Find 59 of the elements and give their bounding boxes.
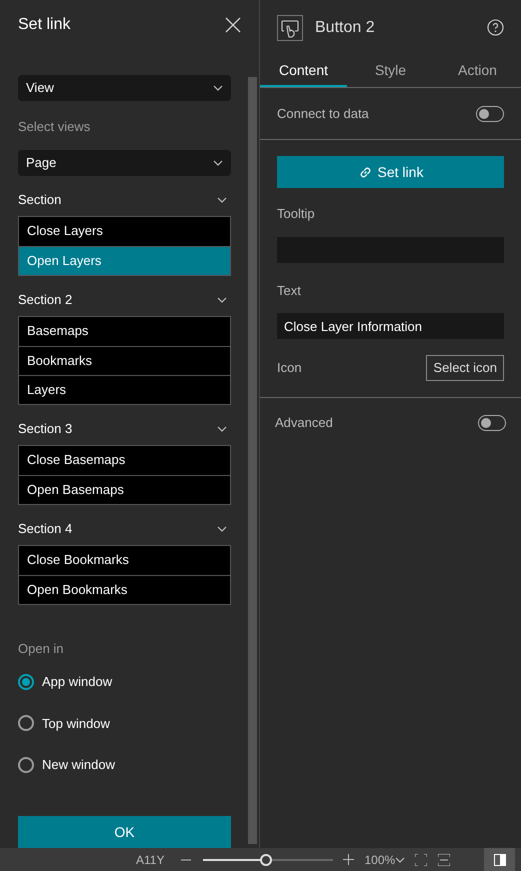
section-header[interactable]: Section 2	[18, 290, 231, 310]
scrollbar[interactable]	[248, 77, 257, 844]
set-link-button[interactable]: Set link	[277, 156, 504, 188]
field-label: Icon	[277, 359, 302, 378]
view-item[interactable]: Open Layers	[19, 246, 230, 274]
field-label: Tooltip	[277, 205, 316, 223]
tab[interactable]: Content	[260, 55, 347, 87]
zoom-dropdown-icon	[395, 856, 406, 862]
fit-width-icon[interactable]	[438, 854, 450, 866]
radio-button[interactable]	[18, 674, 34, 690]
field-label: Select views	[18, 118, 92, 136]
view-item[interactable]: Basemaps	[19, 316, 230, 346]
close-icon[interactable]	[225, 16, 241, 32]
chevron-icon	[217, 296, 227, 302]
section-header[interactable]: Section 3	[18, 418, 231, 438]
dropdown-select[interactable]: View	[18, 75, 231, 101]
zoom-value[interactable]: 100%	[364, 850, 396, 868]
dialog-title: Set link	[18, 14, 70, 34]
link-icon	[358, 164, 373, 180]
radio-label: App window	[42, 673, 112, 691]
tab[interactable]: Action	[434, 55, 521, 87]
dropdown-select[interactable]: Page	[18, 150, 231, 176]
view-item[interactable]: Open Basemaps	[19, 474, 230, 504]
side-panel-icon	[494, 854, 506, 866]
a11y-label[interactable]: A11Y	[136, 850, 164, 868]
radio-label: Top window	[42, 714, 110, 733]
panel-toggle-button[interactable]	[484, 848, 515, 871]
text-input[interactable]: Close Layer Information	[277, 313, 504, 339]
view-item[interactable]: Open Bookmarks	[19, 574, 230, 604]
chevron-icon	[217, 196, 227, 202]
view-item[interactable]: Layers	[19, 374, 230, 404]
tab[interactable]: Style	[347, 55, 434, 87]
radio-button[interactable]	[18, 715, 34, 732]
fit-screen-icon[interactable]	[415, 854, 428, 866]
chevron-icon	[217, 526, 227, 532]
zoom-in-icon[interactable]	[343, 854, 354, 865]
radio-button[interactable]	[18, 756, 34, 773]
field-label: Advanced	[275, 414, 333, 432]
section-header[interactable]: Section 4	[18, 518, 231, 538]
section-header[interactable]: Section	[18, 190, 231, 210]
zoom-slider[interactable]	[203, 854, 334, 866]
select-icon-button[interactable]: Select icon	[426, 355, 504, 381]
help-icon[interactable]	[487, 19, 504, 36]
chevron-icon	[213, 160, 223, 166]
pointer-hand-icon	[277, 14, 303, 40]
panel-title: Button 2	[315, 18, 376, 38]
field-label: Text	[277, 282, 302, 300]
view-item[interactable]: Bookmarks	[19, 346, 230, 374]
view-item[interactable]: Close Basemaps	[19, 446, 230, 474]
toggle-switch[interactable]	[476, 106, 504, 122]
chevron-icon	[213, 85, 223, 91]
toggle-switch[interactable]	[478, 414, 506, 430]
field-label: Open in	[18, 640, 65, 658]
field-label: Connect to data	[277, 104, 369, 123]
radio-label: New window	[42, 756, 115, 774]
view-item[interactable]: Close Bookmarks	[19, 546, 230, 574]
ok-button[interactable]: OK	[18, 816, 231, 848]
view-item[interactable]: Close Layers	[19, 216, 230, 246]
chevron-icon	[217, 426, 227, 432]
